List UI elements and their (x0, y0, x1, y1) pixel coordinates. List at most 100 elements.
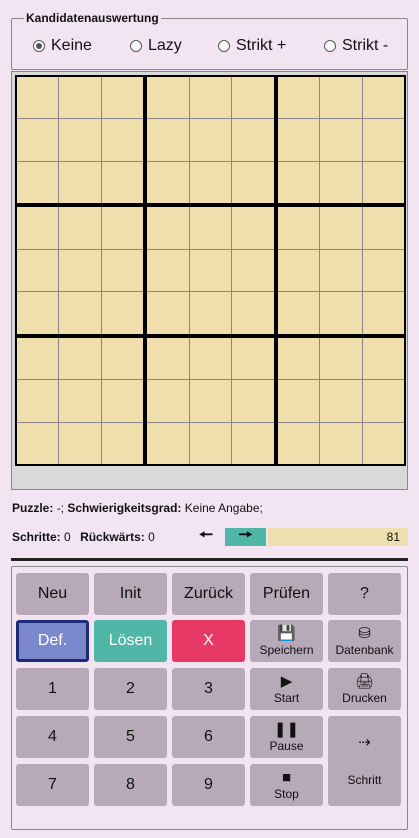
sudoku-cell[interactable] (17, 249, 59, 292)
sudoku-cell[interactable] (59, 161, 101, 204)
sudoku-cell[interactable] (362, 292, 404, 334)
sudoku-cell[interactable] (232, 207, 274, 249)
pause-button[interactable]: ❚❚ Pause (250, 716, 323, 758)
sudoku-cell[interactable] (147, 422, 189, 464)
sudoku-cell[interactable] (362, 207, 404, 249)
sudoku-cell[interactable] (189, 337, 232, 380)
drucken-button[interactable]: 🖨 Drucken (328, 668, 401, 710)
sudoku-cell[interactable] (362, 119, 404, 161)
sudoku-cell[interactable] (189, 380, 232, 422)
sudoku-cell[interactable] (277, 337, 320, 380)
sudoku-cell[interactable] (320, 380, 362, 422)
sudoku-cell[interactable] (17, 161, 59, 204)
digit-4-button[interactable]: 4 (16, 716, 89, 758)
sudoku-cell[interactable] (232, 161, 274, 204)
sudoku-cell[interactable] (59, 292, 101, 334)
sudoku-cell[interactable] (277, 249, 320, 292)
sudoku-cell[interactable] (189, 249, 232, 292)
sudoku-cell[interactable] (147, 337, 189, 380)
sudoku-cell[interactable] (232, 119, 274, 161)
datenbank-button[interactable]: ⛁ Datenbank (328, 620, 401, 662)
arrow-right-icon[interactable]: 🠖 (225, 527, 266, 546)
sudoku-cell[interactable] (59, 77, 101, 119)
sudoku-cell[interactable] (189, 292, 232, 334)
sudoku-cell[interactable] (17, 77, 59, 119)
sudoku-cell[interactable] (59, 380, 101, 422)
sudoku-cell[interactable] (147, 207, 189, 249)
sudoku-cell[interactable] (232, 380, 274, 422)
sudoku-cell[interactable] (59, 422, 101, 464)
sudoku-cell[interactable] (101, 422, 144, 464)
pruefen-button[interactable]: Prüfen (250, 573, 323, 615)
zurueck-button[interactable]: Zurück (172, 573, 245, 615)
sudoku-cell[interactable] (147, 119, 189, 161)
sudoku-cell[interactable] (17, 422, 59, 464)
sudoku-cell[interactable] (277, 207, 320, 249)
sudoku-cell[interactable] (17, 337, 59, 380)
sudoku-cell[interactable] (362, 249, 404, 292)
digit-5-button[interactable]: 5 (94, 716, 167, 758)
sudoku-cell[interactable] (232, 249, 274, 292)
start-button[interactable]: ▶ Start (250, 668, 323, 710)
sudoku-cell[interactable] (362, 380, 404, 422)
sudoku-cell[interactable] (320, 249, 362, 292)
digit-6-button[interactable]: 6 (172, 716, 245, 758)
sudoku-cell[interactable] (101, 207, 144, 249)
sudoku-cell[interactable] (17, 119, 59, 161)
sudoku-cell[interactable] (320, 337, 362, 380)
sudoku-cell[interactable] (147, 380, 189, 422)
def-button[interactable]: Def. (16, 620, 89, 662)
sudoku-cell[interactable] (362, 161, 404, 204)
sudoku-cell[interactable] (189, 119, 232, 161)
radio-lazy[interactable]: Lazy (130, 37, 182, 55)
sudoku-cell[interactable] (147, 249, 189, 292)
sudoku-cell[interactable] (320, 161, 362, 204)
sudoku-cell[interactable] (320, 77, 362, 119)
sudoku-cell[interactable] (232, 337, 274, 380)
digit-3-button[interactable]: 3 (172, 668, 245, 710)
sudoku-cell[interactable] (320, 119, 362, 161)
speichern-button[interactable]: 💾 Speichern (250, 620, 323, 662)
sudoku-cell[interactable] (232, 77, 274, 119)
sudoku-cell[interactable] (147, 292, 189, 334)
sudoku-cell[interactable] (189, 207, 232, 249)
sudoku-cell[interactable] (189, 161, 232, 204)
init-button[interactable]: Init (94, 573, 167, 615)
sudoku-cell[interactable] (362, 337, 404, 380)
sudoku-cell[interactable] (277, 77, 320, 119)
radio-strikt-minus[interactable]: Strikt - (324, 37, 388, 55)
sudoku-cell[interactable] (59, 337, 101, 380)
sudoku-cell[interactable] (189, 422, 232, 464)
sudoku-cell[interactable] (101, 119, 144, 161)
schritt-button[interactable]: ⇢ Schritt (328, 716, 401, 806)
sudoku-cell[interactable] (17, 207, 59, 249)
stop-button[interactable]: ■ Stop (250, 764, 323, 806)
digit-1-button[interactable]: 1 (16, 668, 89, 710)
sudoku-cell[interactable] (59, 249, 101, 292)
sudoku-cell[interactable] (320, 292, 362, 334)
digit-8-button[interactable]: 8 (94, 764, 167, 806)
sudoku-cell[interactable] (232, 292, 274, 334)
sudoku-cell[interactable] (59, 207, 101, 249)
sudoku-cell[interactable] (101, 249, 144, 292)
sudoku-cell[interactable] (320, 422, 362, 464)
digit-2-button[interactable]: 2 (94, 668, 167, 710)
sudoku-cell[interactable] (232, 422, 274, 464)
sudoku-cell[interactable] (101, 292, 144, 334)
sudoku-cell[interactable] (277, 119, 320, 161)
digit-9-button[interactable]: 9 (172, 764, 245, 806)
sudoku-cell[interactable] (101, 337, 144, 380)
sudoku-cell[interactable] (17, 292, 59, 334)
sudoku-cell[interactable] (147, 77, 189, 119)
sudoku-cell[interactable] (277, 292, 320, 334)
help-button[interactable]: ? (328, 573, 401, 615)
neu-button[interactable]: Neu (16, 573, 89, 615)
radio-keine[interactable]: Keine (33, 37, 92, 55)
sudoku-cell[interactable] (362, 77, 404, 119)
sudoku-cell[interactable] (362, 422, 404, 464)
loesen-button[interactable]: Lösen (94, 620, 167, 662)
sudoku-cell[interactable] (59, 119, 101, 161)
arrow-left-icon[interactable]: 🠔 (195, 527, 217, 545)
sudoku-cell[interactable] (277, 380, 320, 422)
radio-strikt-plus[interactable]: Strikt + (218, 37, 286, 55)
